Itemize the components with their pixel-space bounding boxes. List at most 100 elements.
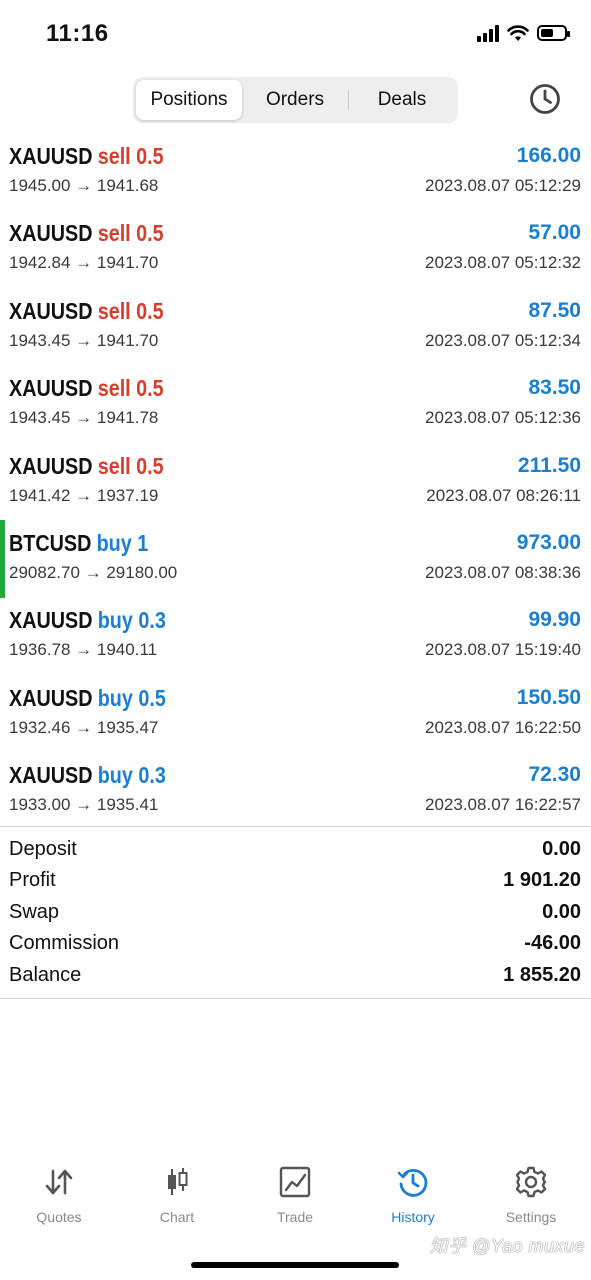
deal-symbol: XAUUSD sell 0.5 bbox=[9, 220, 164, 247]
deal-prices: 1932.46 → 1935.47 bbox=[9, 717, 159, 737]
arrows-updown-icon bbox=[45, 1169, 73, 1195]
nav-chart[interactable]: Chart bbox=[122, 1165, 232, 1225]
deal-datetime: 2023.08.07 16:22:57 bbox=[425, 795, 581, 815]
status-time: 11:16 bbox=[46, 20, 109, 47]
nav-history-label: History bbox=[391, 1209, 435, 1225]
deal-row[interactable]: XAUUSD sell 0.5 83.50 1943.45 → 1941.78 2… bbox=[0, 369, 591, 446]
deal-prices: 1942.84 → 1941.70 bbox=[9, 253, 159, 273]
deal-symbol-name: BTCUSD bbox=[9, 529, 92, 556]
deal-profit: 166.00 bbox=[516, 144, 581, 167]
deal-profit: 83.50 bbox=[528, 376, 581, 400]
nav-trade-label: Trade bbox=[276, 1209, 314, 1225]
balance-label: Balance bbox=[9, 963, 82, 986]
profit-label: Profit bbox=[9, 869, 56, 892]
tab-deals[interactable]: Deals bbox=[349, 80, 455, 120]
deal-profit: 72.30 bbox=[528, 763, 581, 787]
battery-icon bbox=[537, 25, 570, 41]
period-clock-icon[interactable] bbox=[528, 82, 562, 116]
history-tabs: Positions Orders Deals bbox=[133, 77, 458, 123]
history-clock-icon bbox=[397, 1168, 428, 1197]
trend-chart-icon bbox=[279, 1166, 311, 1198]
summary-deposit: Deposit 0.00 bbox=[0, 836, 591, 867]
deal-prices: 1943.45 → 1941.70 bbox=[9, 330, 159, 350]
nav-chart-label: Chart bbox=[159, 1209, 195, 1225]
wifi-icon bbox=[507, 24, 529, 41]
cellular-signal-icon bbox=[477, 24, 499, 42]
deal-row[interactable]: XAUUSD buy 0.5 150.50 1932.46 → 1935.47 2… bbox=[0, 679, 591, 756]
commission-label: Commission bbox=[9, 932, 120, 955]
nav-quotes-label: Quotes bbox=[36, 1209, 82, 1225]
deal-symbol-name: XAUUSD bbox=[9, 452, 93, 479]
nav-settings[interactable]: Settings bbox=[476, 1165, 586, 1225]
deal-side: buy 1 bbox=[96, 529, 149, 556]
deal-datetime: 2023.08.07 16:22:50 bbox=[425, 717, 581, 737]
deal-row[interactable]: BTCUSD buy 1 973.00 29082.70 → 29180.00 2… bbox=[0, 519, 591, 601]
deal-symbol-name: XAUUSD bbox=[9, 143, 93, 169]
deal-prices: 1943.45 → 1941.78 bbox=[9, 408, 159, 428]
deal-side: buy 0.3 bbox=[97, 607, 166, 634]
deal-side: sell 0.5 bbox=[97, 297, 164, 324]
profit-value: 1 901.20 bbox=[503, 869, 581, 892]
deal-symbol-name: XAUUSD bbox=[9, 684, 93, 711]
swap-label: Swap bbox=[9, 900, 60, 923]
status-bar: 11:16 bbox=[0, 0, 591, 70]
deal-side: sell 0.5 bbox=[97, 220, 164, 247]
deals-list: XAUUSD sell 0.5 166.00 1945.00 → 1941.68 … bbox=[0, 137, 591, 834]
nav-quotes[interactable]: Quotes bbox=[4, 1165, 114, 1225]
deal-row[interactable]: XAUUSD buy 0.3 99.90 1936.78 → 1940.11 20… bbox=[0, 601, 591, 678]
deal-symbol: XAUUSD sell 0.5 bbox=[9, 453, 164, 480]
bottom-nav: Quotes Chart Trade History Settings bbox=[0, 1165, 591, 1235]
deal-symbol-name: XAUUSD bbox=[9, 297, 93, 324]
deal-side: buy 0.5 bbox=[97, 684, 166, 711]
deal-datetime: 2023.08.07 08:38:36 bbox=[425, 562, 581, 582]
deal-symbol: BTCUSD buy 1 bbox=[9, 530, 148, 557]
tab-orders[interactable]: Orders bbox=[242, 80, 348, 120]
divider bbox=[0, 826, 591, 827]
gear-icon bbox=[515, 1166, 547, 1198]
tab-positions[interactable]: Positions bbox=[136, 80, 242, 120]
deal-profit: 87.50 bbox=[528, 298, 581, 322]
summary-profit: Profit 1 901.20 bbox=[0, 867, 591, 898]
nav-trade[interactable]: Trade bbox=[240, 1165, 350, 1225]
deal-row[interactable]: XAUUSD sell 0.5 87.50 1943.45 → 1941.70 2… bbox=[0, 292, 591, 369]
deposit-value: 0.00 bbox=[542, 838, 581, 860]
swap-value: 0.00 bbox=[542, 900, 581, 923]
deal-datetime: 2023.08.07 15:19:40 bbox=[425, 640, 581, 660]
deal-side: sell 0.5 bbox=[97, 452, 164, 479]
deal-datetime: 2023.08.07 08:26:11 bbox=[426, 485, 581, 505]
deal-profit: 973.00 bbox=[516, 530, 581, 554]
deal-profit: 150.50 bbox=[516, 685, 581, 709]
deal-symbol-name: XAUUSD bbox=[9, 220, 93, 247]
deal-row[interactable]: XAUUSD sell 0.5 57.00 1942.84 → 1941.70 2… bbox=[0, 214, 591, 291]
summary-balance: Balance 1 855.20 bbox=[0, 962, 591, 993]
deal-side: sell 0.5 bbox=[97, 143, 164, 169]
deal-symbol: XAUUSD sell 0.5 bbox=[9, 298, 164, 325]
deal-symbol-name: XAUUSD bbox=[9, 607, 93, 634]
balance-value: 1 855.20 bbox=[503, 963, 581, 986]
summary-swap: Swap 0.00 bbox=[0, 899, 591, 930]
deal-datetime: 2023.08.07 05:12:36 bbox=[425, 408, 581, 428]
deal-side: sell 0.5 bbox=[97, 375, 164, 402]
deal-prices: 1945.00 → 1941.68 bbox=[9, 176, 159, 195]
deal-profit: 211.50 bbox=[517, 453, 581, 477]
deposit-label: Deposit bbox=[9, 838, 77, 860]
status-icons bbox=[477, 24, 570, 42]
candlestick-icon bbox=[168, 1168, 188, 1195]
deal-symbol: XAUUSD buy 0.5 bbox=[9, 685, 166, 712]
summary-commission: Commission -46.00 bbox=[0, 930, 591, 961]
deal-profit: 99.90 bbox=[528, 608, 581, 632]
home-indicator[interactable] bbox=[191, 1262, 399, 1268]
summary-panel: Deposit 0.00 Profit 1 901.20 Swap 0.00 C… bbox=[0, 836, 591, 993]
watermark: 知乎 @Yao muxue bbox=[429, 1236, 585, 1256]
deal-row[interactable]: XAUUSD sell 0.5 211.50 1941.42 → 1937.19 … bbox=[0, 447, 591, 524]
deal-row[interactable]: XAUUSD buy 0.3 72.30 1933.00 → 1935.41 20… bbox=[0, 756, 591, 833]
deal-symbol: XAUUSD buy 0.3 bbox=[9, 607, 166, 634]
divider bbox=[0, 998, 591, 999]
nav-history[interactable]: History bbox=[358, 1165, 468, 1225]
deal-symbol: XAUUSD sell 0.5 bbox=[9, 143, 164, 170]
deal-row[interactable]: XAUUSD sell 0.5 166.00 1945.00 → 1941.68 … bbox=[0, 137, 591, 214]
deal-datetime: 2023.08.07 05:12:32 bbox=[425, 253, 581, 273]
deal-prices: 1933.00 → 1935.41 bbox=[9, 795, 159, 815]
deal-symbol: XAUUSD sell 0.5 bbox=[9, 375, 164, 402]
deal-symbol-name: XAUUSD bbox=[9, 375, 93, 402]
